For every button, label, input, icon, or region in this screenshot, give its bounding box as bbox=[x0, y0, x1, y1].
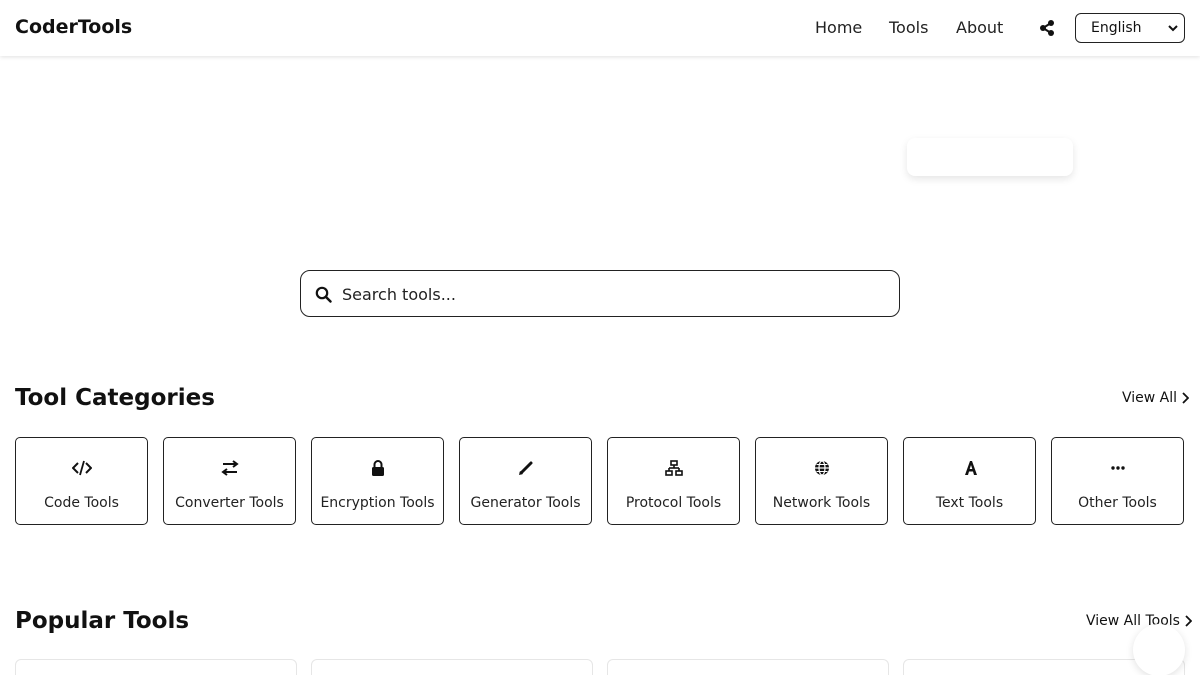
search-box bbox=[300, 270, 900, 317]
category-network-tools[interactable]: Network Tools bbox=[755, 437, 888, 525]
category-label: Converter Tools bbox=[175, 495, 284, 511]
font-icon bbox=[964, 461, 977, 475]
categories-title: Tool Categories bbox=[15, 385, 215, 411]
category-other-tools[interactable]: Other Tools bbox=[1051, 437, 1184, 525]
category-label: Generator Tools bbox=[470, 495, 581, 511]
category-converter-tools[interactable]: Converter Tools bbox=[163, 437, 296, 525]
category-generator-tools[interactable]: Generator Tools bbox=[459, 437, 592, 525]
chevron-right-icon bbox=[1185, 615, 1192, 627]
nav-home[interactable]: Home bbox=[815, 18, 862, 37]
category-protocol-tools[interactable]: Protocol Tools bbox=[607, 437, 740, 525]
view-all-tools-link[interactable]: View All Tools bbox=[1086, 613, 1192, 629]
chevron-right-icon bbox=[1182, 392, 1190, 404]
category-label: Code Tools bbox=[44, 495, 119, 511]
globe-icon bbox=[814, 460, 829, 476]
popular-title: Popular Tools bbox=[15, 608, 190, 634]
search-input[interactable] bbox=[342, 280, 882, 308]
category-label: Protocol Tools bbox=[625, 495, 722, 511]
category-label: Text Tools bbox=[935, 495, 1004, 511]
top-navbar: CoderTools Home Tools About English bbox=[0, 0, 1200, 56]
category-label: Network Tools bbox=[772, 495, 871, 511]
floating-panel bbox=[907, 138, 1073, 176]
pen-icon bbox=[518, 461, 532, 475]
language-select[interactable]: English bbox=[1075, 13, 1185, 43]
category-text-tools[interactable]: Text Tools bbox=[903, 437, 1036, 525]
view-all-categories-link[interactable]: View All bbox=[1122, 390, 1190, 406]
popular-tool-card[interactable] bbox=[15, 659, 297, 675]
ellipsis-icon bbox=[1110, 466, 1125, 470]
lock-icon bbox=[371, 460, 384, 476]
category-code-tools[interactable]: Code Tools bbox=[15, 437, 148, 525]
share-icon bbox=[1040, 20, 1054, 36]
chevron-down-icon bbox=[1168, 25, 1178, 32]
nav-tools[interactable]: Tools bbox=[889, 18, 928, 37]
language-selected: English bbox=[1091, 20, 1142, 36]
brand-logo[interactable]: CoderTools bbox=[15, 16, 132, 38]
popular-tool-card[interactable] bbox=[607, 659, 889, 675]
popular-tool-card[interactable] bbox=[311, 659, 593, 675]
category-encryption-tools[interactable]: Encryption Tools bbox=[311, 437, 444, 525]
code-icon bbox=[71, 460, 92, 476]
category-label: Other Tools bbox=[1078, 495, 1157, 511]
network-diagram-icon bbox=[664, 460, 683, 476]
floating-action-button[interactable] bbox=[1133, 624, 1185, 675]
category-label: Encryption Tools bbox=[320, 495, 435, 511]
view-all-label: View All bbox=[1122, 390, 1178, 406]
arrows-exchange-icon bbox=[220, 460, 239, 476]
share-button[interactable] bbox=[1038, 19, 1056, 37]
search-icon bbox=[315, 286, 332, 303]
nav-about[interactable]: About bbox=[956, 18, 1003, 37]
